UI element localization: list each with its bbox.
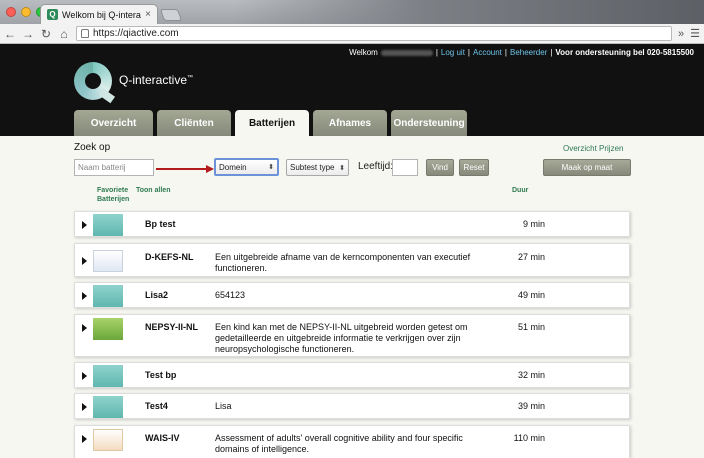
lock-icon: [81, 29, 89, 38]
age-label: Leeftijd:: [358, 161, 394, 172]
select-arrows-icon: ⬍: [339, 164, 345, 172]
price-overview-link[interactable]: Overzicht Prijzen: [563, 144, 623, 153]
battery-name: Lisa2: [145, 290, 169, 300]
tab-afnames[interactable]: Afnames: [313, 110, 387, 136]
browser-titlebar: Q Welkom bij Q-interactive ×: [0, 0, 704, 24]
battery-row[interactable]: D-KEFS-NL Een uitgebreide afname van de …: [74, 243, 630, 277]
tab-overzicht[interactable]: Overzicht: [74, 110, 153, 136]
battery-row[interactable]: Bp test 9 min: [74, 211, 630, 237]
battery-name: WAIS-IV: [145, 433, 180, 443]
reset-button[interactable]: Reset: [459, 159, 489, 176]
battery-thumbnail: [93, 429, 123, 451]
battery-name: Bp test: [145, 219, 176, 229]
subtest-type-select[interactable]: Subtest type ⬍: [286, 159, 349, 176]
custom-battery-button[interactable]: Maak op maat: [543, 159, 631, 176]
battery-description: Lisa: [215, 401, 232, 411]
url-input[interactable]: https://qiactive.com: [76, 26, 672, 41]
expand-arrow-icon[interactable]: [82, 403, 87, 411]
account-link[interactable]: Account: [473, 48, 502, 57]
welcome-text: Welkom: [349, 48, 378, 57]
battery-row[interactable]: NEPSY-II-NL Een kind kan met de NEPSY-II…: [74, 314, 630, 357]
battery-description: Assessment of adults' overall cognitive …: [215, 433, 463, 454]
battery-row[interactable]: WAIS-IV Assessment of adults' overall co…: [74, 425, 630, 458]
battery-duration: 39 min: [517, 401, 545, 411]
extensions-overflow-icon[interactable]: »: [678, 28, 684, 40]
battery-duration: 9 min: [522, 219, 545, 229]
forward-icon[interactable]: →: [22, 27, 34, 41]
close-window-button[interactable]: [6, 7, 16, 17]
tab-title: Welkom bij Q-interactive: [62, 9, 141, 20]
support-text: Voor ondersteuning bel 020-5815500: [555, 48, 694, 57]
separator: |: [504, 48, 507, 57]
tab-ondersteuning[interactable]: Ondersteuning: [391, 110, 467, 136]
separator: |: [550, 48, 553, 57]
duration-column-header: Duur: [512, 187, 529, 194]
titlebar-artwork: [234, 0, 704, 24]
username-redacted: [380, 49, 433, 56]
battery-thumbnail: [93, 318, 123, 340]
url-text: https://qiactive.com: [93, 28, 179, 39]
expand-arrow-icon[interactable]: [82, 292, 87, 300]
site-header: Welkom | Log uit | Account | Beheerder |…: [0, 44, 704, 136]
browser-menu-icon[interactable]: ☰: [690, 27, 700, 40]
battery-row[interactable]: Lisa2 654123 49 min: [74, 282, 630, 308]
age-input[interactable]: [392, 159, 418, 176]
favicon-icon: Q: [47, 9, 58, 20]
expand-arrow-icon[interactable]: [82, 257, 87, 265]
battery-row[interactable]: Test bp 32 min: [74, 362, 630, 388]
battery-thumbnail: [93, 214, 123, 236]
battery-name: NEPSY-II-NL: [145, 322, 199, 332]
battery-duration: 32 min: [517, 370, 545, 380]
show-all-column-header[interactable]: Toon allen: [136, 186, 170, 195]
new-tab-button[interactable]: [159, 9, 183, 21]
domain-select-value: Domein: [219, 162, 247, 172]
favorites-column-header[interactable]: Favoriete Batterijen: [97, 186, 131, 204]
expand-arrow-icon[interactable]: [82, 435, 87, 443]
battery-name: D-KEFS-NL: [145, 252, 194, 262]
battery-thumbnail: [93, 285, 123, 307]
battery-thumbnail: [93, 365, 123, 387]
separator: |: [435, 48, 438, 57]
find-button[interactable]: Vind: [426, 159, 454, 176]
battery-description: 654123: [215, 290, 246, 300]
annotation-arrow-head: [206, 165, 214, 173]
separator: |: [467, 48, 470, 57]
battery-name: Test bp: [145, 370, 177, 380]
logout-link[interactable]: Log uit: [441, 48, 465, 57]
battery-duration: 27 min: [517, 252, 545, 262]
battery-name-input[interactable]: Naam batterij: [74, 159, 154, 176]
battery-row[interactable]: Test4 Lisa 39 min: [74, 393, 630, 419]
expand-arrow-icon[interactable]: [82, 221, 87, 229]
browser-tab[interactable]: Q Welkom bij Q-interactive ×: [40, 4, 158, 24]
battery-duration: 49 min: [517, 290, 545, 300]
tab-close-icon[interactable]: ×: [145, 9, 151, 20]
tab-clienten[interactable]: Cliënten: [157, 110, 231, 136]
battery-name: Test4: [145, 401, 168, 411]
select-arrows-icon: ⬍: [268, 164, 274, 171]
tab-batterijen[interactable]: Batterijen: [235, 110, 309, 136]
home-icon[interactable]: ⌂: [58, 27, 70, 41]
subtest-select-value: Subtest type: [290, 163, 335, 172]
main-nav: Overzicht Cliënten Batterijen Afnames On…: [74, 110, 467, 136]
address-bar: ← → ↻ ⌂ https://qiactive.com » ☰: [0, 24, 704, 44]
reload-icon[interactable]: ↻: [40, 27, 52, 41]
q-logo-tail: [98, 88, 116, 104]
search-label: Zoek op: [74, 142, 111, 153]
battery-thumbnail: [93, 396, 123, 418]
domain-select[interactable]: Domein ⬍: [214, 158, 279, 176]
admin-link[interactable]: Beheerder: [510, 48, 547, 57]
battery-duration: 110 min: [513, 433, 545, 443]
expand-arrow-icon[interactable]: [82, 372, 87, 380]
battery-duration: 51 min: [517, 322, 545, 332]
brand-name: Q-interactive™: [119, 73, 194, 87]
annotation-arrow-line: [156, 168, 208, 170]
back-icon[interactable]: ←: [4, 27, 16, 41]
minimize-window-button[interactable]: [21, 7, 31, 17]
battery-thumbnail: [93, 250, 123, 272]
expand-arrow-icon[interactable]: [82, 324, 87, 332]
battery-description: Een kind kan met de NEPSY-II-NL uitgebre…: [215, 322, 468, 354]
user-bar: Welkom | Log uit | Account | Beheerder |…: [349, 48, 694, 57]
battery-description: Een uitgebreide afname van de kerncompon…: [215, 252, 471, 273]
